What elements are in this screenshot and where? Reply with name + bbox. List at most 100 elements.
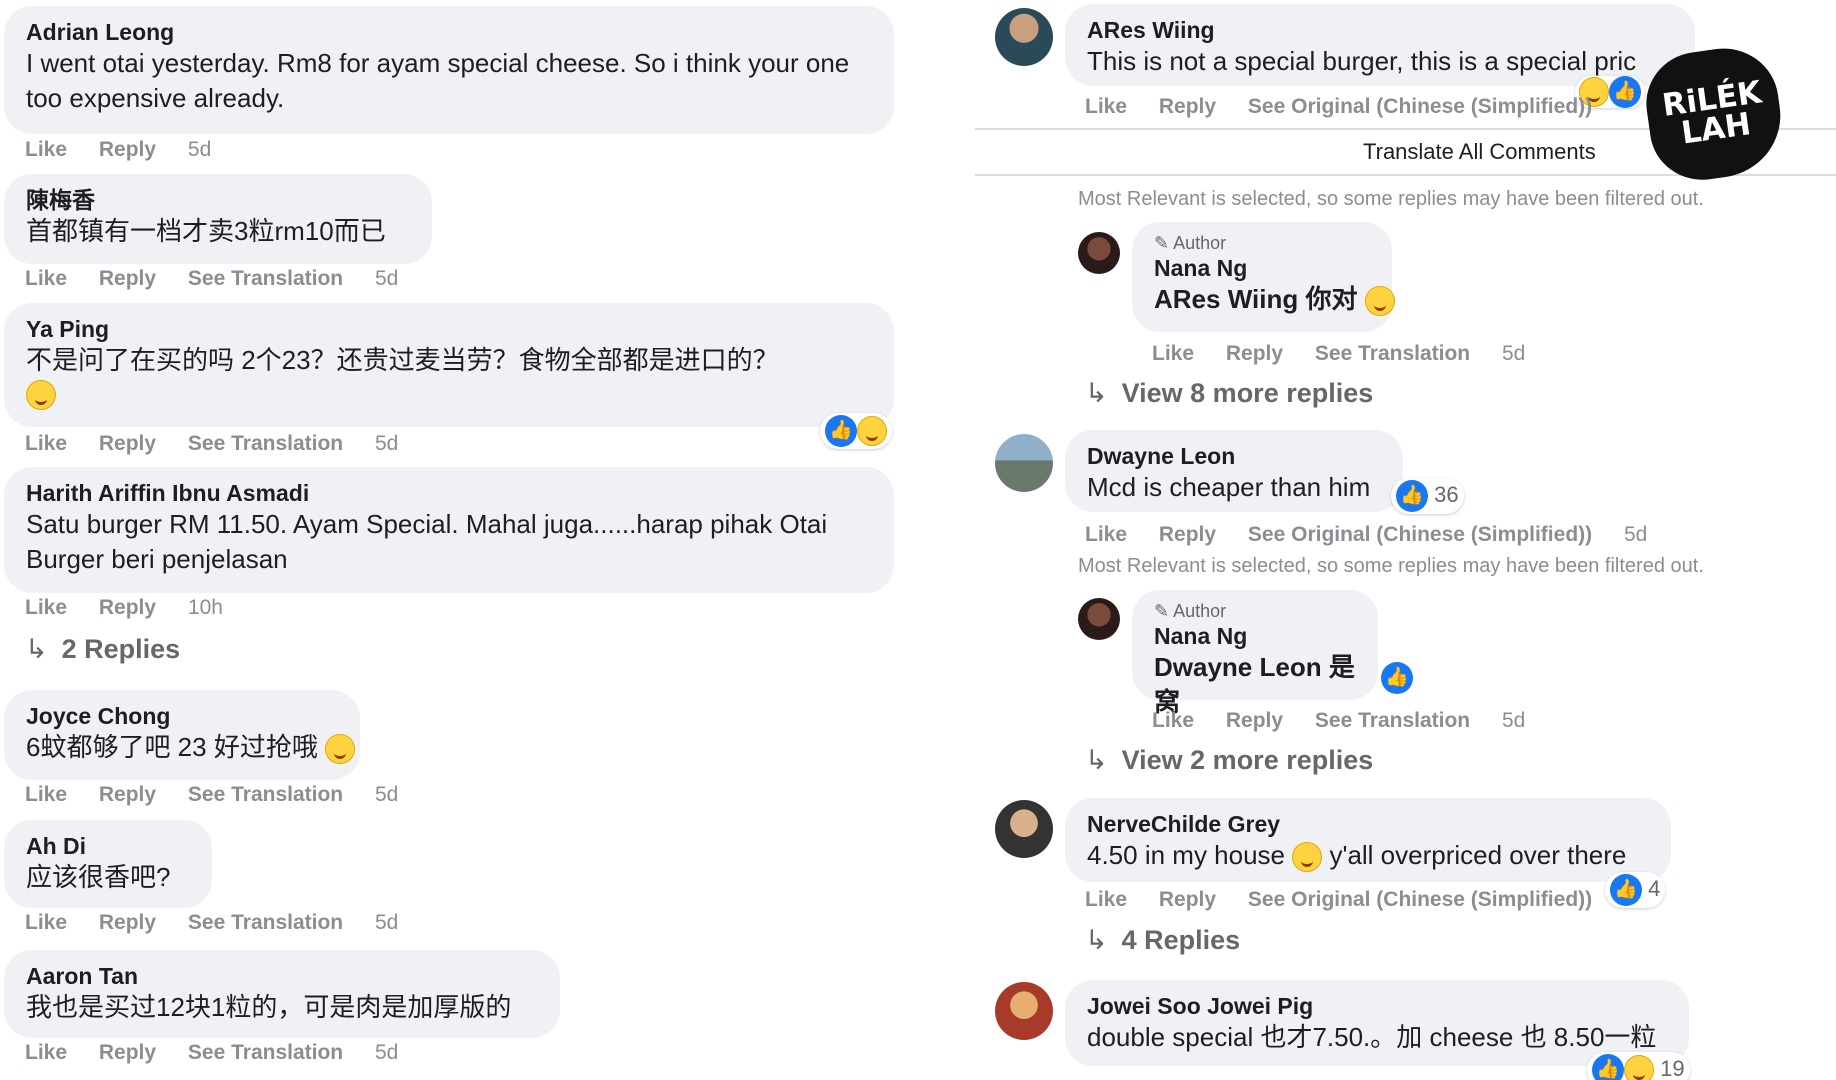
comment-time[interactable]: 5d (1502, 342, 1525, 365)
reply-link[interactable]: Reply (1159, 95, 1216, 118)
commenter-name[interactable]: Jowei Soo Jowei Pig (1087, 992, 1667, 1020)
comment-bubble: NerveChilde Grey 4.50 in my house y'all … (1065, 798, 1671, 882)
like-link[interactable]: Like (25, 1041, 67, 1064)
comment-bubble: Joyce Chong 6蚊都够了吧 23 好过抢哦 (4, 690, 360, 780)
like-reaction-icon: 👍 (825, 415, 857, 447)
like-link[interactable]: Like (25, 432, 67, 455)
like-reaction-icon: 👍 (1381, 662, 1413, 694)
view-more-replies-link[interactable]: ↳ View 2 more replies (1085, 745, 1373, 776)
more-replies-label[interactable]: View 8 more replies (1122, 378, 1374, 408)
author-badge: ✎ Author (1154, 600, 1356, 622)
see-translation-link[interactable]: See Translation (188, 432, 343, 455)
comment-actions: Like Reply See Translation 5d (1152, 709, 1551, 733)
commenter-name[interactable]: Nana Ng (1154, 622, 1356, 650)
like-link[interactable]: Like (25, 783, 67, 806)
comment-time[interactable]: 5d (1624, 523, 1647, 546)
commenter-name[interactable]: 陳梅香 (26, 186, 410, 214)
reaction-summary[interactable]: 👍 19 (1587, 1052, 1690, 1080)
commenter-name[interactable]: Dwayne Leon (1087, 442, 1381, 470)
reply-link[interactable]: Reply (1226, 342, 1283, 365)
commenter-name[interactable]: Harith Ariffin Ibnu Asmadi (26, 479, 872, 507)
like-link[interactable]: Like (1152, 709, 1194, 732)
reply-link[interactable]: Reply (99, 267, 156, 290)
see-translation-link[interactable]: See Translation (188, 1041, 343, 1064)
comment-actions: Like Reply See Translation 5d (25, 267, 424, 291)
reaction-summary[interactable]: 👍 36 (1391, 478, 1464, 514)
laugh-emoji-icon (1364, 286, 1395, 317)
more-replies-label[interactable]: View 2 more replies (1122, 745, 1374, 775)
like-link[interactable]: Like (25, 138, 67, 161)
author-avatar[interactable] (1078, 598, 1120, 640)
reaction-summary[interactable]: 👍 (820, 413, 892, 449)
reply-link[interactable]: Reply (99, 138, 156, 161)
comment-time[interactable]: 5d (188, 138, 211, 161)
comment-bubble: Jowei Soo Jowei Pig double special 也才7.5… (1065, 980, 1689, 1066)
see-translation-link[interactable]: See Translation (1315, 342, 1470, 365)
commenter-name[interactable]: Ya Ping (26, 315, 872, 343)
commenter-name[interactable]: Aaron Tan (26, 962, 538, 990)
commenter-avatar[interactable] (995, 982, 1053, 1040)
haha-reaction-icon (857, 416, 887, 446)
reply-arrow-icon: ↳ (1085, 925, 1108, 955)
see-translation-link[interactable]: See Translation (1315, 709, 1470, 732)
comment-time[interactable]: 5d (375, 783, 398, 806)
comment-text: 应该很香吧? (26, 862, 171, 892)
author-avatar[interactable] (1078, 232, 1120, 274)
comment-time[interactable]: 5d (1502, 709, 1525, 732)
reaction-count: 4 (1648, 875, 1661, 901)
view-more-replies-link[interactable]: ↳ View 8 more replies (1085, 378, 1373, 409)
commenter-avatar[interactable] (995, 8, 1053, 66)
commenter-avatar[interactable] (995, 800, 1053, 858)
commenter-name[interactable]: Ah Di (26, 832, 190, 860)
reaction-count: 19 (1660, 1055, 1685, 1080)
see-original-link[interactable]: See Original (Chinese (Simplified)) (1248, 95, 1592, 118)
reply-arrow-icon: ↳ (1085, 378, 1108, 408)
like-link[interactable]: Like (25, 596, 67, 619)
replies-count[interactable]: 2 Replies (62, 634, 181, 664)
commenter-name[interactable]: ARes Wiing (1087, 16, 1673, 44)
commenter-name[interactable]: Adrian Leong (26, 18, 872, 46)
comment-time[interactable]: 5d (375, 432, 398, 455)
pencil-icon: ✎ (1154, 601, 1170, 621)
comment-actions: Like Reply 10h (25, 596, 249, 620)
view-replies-link[interactable]: ↳ 4 Replies (1085, 925, 1240, 956)
comment-time[interactable]: 5d (375, 267, 398, 290)
reply-arrow-icon: ↳ (25, 634, 48, 664)
like-link[interactable]: Like (25, 267, 67, 290)
left-comments-column: Adrian Leong I went otai yesterday. Rm8 … (0, 0, 895, 1080)
reply-link[interactable]: Reply (1226, 709, 1283, 732)
commenter-name[interactable]: NerveChilde Grey (1087, 810, 1649, 838)
comment-time[interactable]: 5d (375, 911, 398, 934)
comment-time[interactable]: 5d (375, 1041, 398, 1064)
see-original-link[interactable]: See Original (Chinese (Simplified)) (1248, 523, 1592, 546)
like-link[interactable]: Like (1085, 95, 1127, 118)
comment-actions: Like Reply 5d (25, 138, 237, 162)
like-link[interactable]: Like (25, 911, 67, 934)
reply-link[interactable]: Reply (99, 432, 156, 455)
translate-all-comments-link[interactable]: Translate All Comments (1363, 139, 1596, 165)
see-translation-link[interactable]: See Translation (188, 267, 343, 290)
comment-time[interactable]: 10h (188, 596, 223, 619)
see-translation-link[interactable]: See Translation (188, 911, 343, 934)
reply-link[interactable]: Reply (99, 783, 156, 806)
commenter-name[interactable]: Nana Ng (1154, 254, 1370, 282)
reply-link[interactable]: Reply (99, 911, 156, 934)
comment-bubble: Ya Ping 不是问了在买的吗 2个23？还贵过麦当劳？食物全部都是进口的？ (4, 303, 894, 427)
view-replies-link[interactable]: ↳ 2 Replies (25, 634, 180, 665)
reply-link[interactable]: Reply (99, 1041, 156, 1064)
see-original-link[interactable]: See Original (Chinese (Simplified)) (1248, 888, 1592, 911)
see-translation-link[interactable]: See Translation (188, 783, 343, 806)
commenter-name[interactable]: Joyce Chong (26, 702, 338, 730)
author-label: Author (1173, 601, 1227, 621)
replies-count[interactable]: 4 Replies (1122, 925, 1241, 955)
like-reaction-badge[interactable]: 👍 (1381, 662, 1413, 694)
reply-link[interactable]: Reply (1159, 888, 1216, 911)
reply-link[interactable]: Reply (1159, 523, 1216, 546)
commenter-avatar[interactable] (995, 434, 1053, 492)
like-link[interactable]: Like (1085, 888, 1127, 911)
like-link[interactable]: Like (1085, 523, 1127, 546)
comment-text: This is not a special burger, this is a … (1087, 46, 1637, 76)
monkey-emoji-icon (26, 380, 56, 410)
like-link[interactable]: Like (1152, 342, 1194, 365)
reply-link[interactable]: Reply (99, 596, 156, 619)
